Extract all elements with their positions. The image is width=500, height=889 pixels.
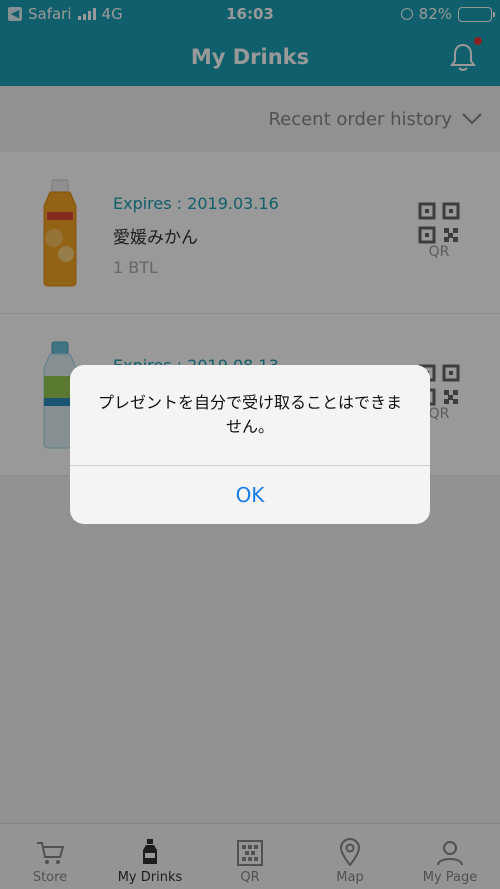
ok-button[interactable]: OK bbox=[70, 466, 430, 524]
alert-message: プレゼントを自分で受け取ることはできません。 bbox=[97, 393, 402, 436]
alert-dialog: プレゼントを自分で受け取ることはできません。 OK bbox=[70, 365, 430, 524]
